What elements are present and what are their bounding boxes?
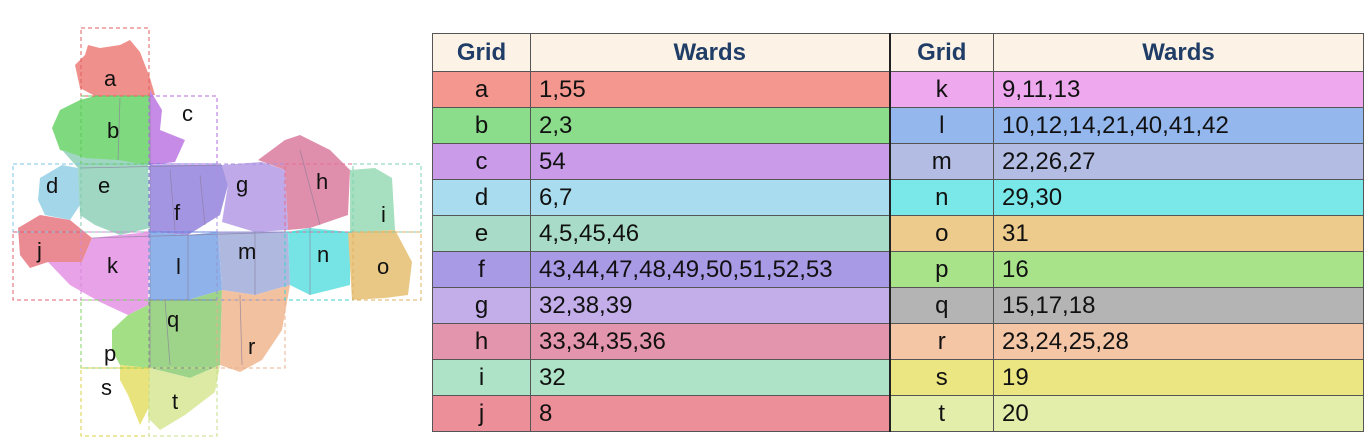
wards-cell: 8 — [530, 395, 890, 432]
grid-label-d: d — [46, 173, 58, 198]
table-row: c 54 m 22,26,27 — [432, 143, 1364, 180]
wards-cell: 20 — [993, 395, 1364, 432]
wards-cell: 1,55 — [530, 71, 890, 108]
grid-cell: g — [432, 287, 531, 324]
grid-cell: b — [432, 107, 531, 144]
grid-cell: m — [888, 143, 994, 180]
grid-wards-table: Grid Wards Grid Wards a 1,55 k 9,11,13 b 2,3 l… — [432, 33, 1364, 432]
table-row: j 8 t 20 — [432, 395, 1364, 432]
wards-cell: 32 — [530, 359, 890, 396]
wards-cell: 32,38,39 — [530, 287, 890, 324]
grid-label-o: o — [377, 254, 389, 279]
table-row: h 33,34,35,36 r 23,24,25,28 — [432, 323, 1364, 360]
region-p — [112, 305, 150, 368]
grid-cell: l — [888, 107, 994, 144]
map-svg: a b c d e f g h i j k l m n o p q r s t — [12, 27, 422, 437]
table-row: a 1,55 k 9,11,13 — [432, 71, 1364, 108]
wards-cell: 9,11,13 — [993, 71, 1364, 108]
wards-cell: 54 — [530, 143, 890, 180]
header-wards-right: Wards — [993, 33, 1364, 72]
grid-cell: e — [432, 215, 531, 252]
region-q — [148, 290, 222, 378]
region-g — [222, 162, 288, 232]
grid-label-n: n — [317, 242, 329, 267]
wards-cell: 6,7 — [530, 179, 890, 216]
grid-label-h: h — [316, 169, 328, 194]
grid-cell: t — [888, 395, 994, 432]
header-grid-left: Grid — [432, 33, 531, 72]
grid-cell: n — [888, 179, 994, 216]
table-row: e 4,5,45,46 o 31 — [432, 215, 1364, 252]
grid-label-k: k — [107, 253, 119, 278]
wards-cell: 19 — [993, 359, 1364, 396]
wards-cell: 31 — [993, 215, 1364, 252]
wards-cell: 15,17,18 — [993, 287, 1364, 324]
header-wards-left: Wards — [530, 33, 890, 72]
region-i — [350, 168, 395, 232]
wards-cell: 10,12,14,21,40,41,42 — [993, 107, 1364, 144]
wards-cell: 4,5,45,46 — [530, 215, 890, 252]
table-row: g 32,38,39 q 15,17,18 — [432, 287, 1364, 324]
grid-cell: j — [432, 395, 531, 432]
grid-label-j: j — [36, 238, 42, 263]
grid-cell: s — [888, 359, 994, 396]
table-body: a 1,55 k 9,11,13 b 2,3 l 10,12,14,21,40,41,42 c 5… — [432, 71, 1364, 432]
grid-cell: q — [888, 287, 994, 324]
ward-grid-map: a b c d e f g h i j k l m n o p q r s t — [0, 0, 425, 445]
grid-label-r: r — [248, 334, 255, 359]
table-header-row: Grid Wards Grid Wards — [432, 33, 1364, 72]
grid-cell: f — [432, 251, 531, 288]
wards-cell: 43,44,47,48,49,50,51,52,53 — [530, 251, 890, 288]
grid-cell: a — [432, 71, 531, 108]
wards-cell: 2,3 — [530, 107, 890, 144]
region-l — [150, 232, 222, 300]
grid-cell: h — [432, 323, 531, 360]
grid-cell: r — [888, 323, 994, 360]
region-f — [150, 165, 228, 235]
grid-label-b: b — [107, 118, 119, 143]
grid-cell: d — [432, 179, 531, 216]
wards-cell: 23,24,25,28 — [993, 323, 1364, 360]
header-grid-right: Grid — [888, 33, 994, 72]
wards-cell: 29,30 — [993, 179, 1364, 216]
table-row: b 2,3 l 10,12,14,21,40,41,42 — [432, 107, 1364, 144]
grid-label-g: g — [236, 172, 248, 197]
region-b — [52, 96, 150, 168]
table-row: d 6,7 n 29,30 — [432, 179, 1364, 216]
grid-label-i: i — [381, 202, 386, 227]
grid-cell: k — [888, 71, 994, 108]
table-row: f 43,44,47,48,49,50,51,52,53 p 16 — [432, 251, 1364, 288]
grid-label-p: p — [104, 341, 116, 366]
region-c — [150, 90, 185, 165]
wards-cell: 16 — [993, 251, 1364, 288]
region-s — [120, 365, 150, 425]
wards-cell: 33,34,35,36 — [530, 323, 890, 360]
grid-cell: o — [888, 215, 994, 252]
wards-cell: 22,26,27 — [993, 143, 1364, 180]
grid-label-f: f — [174, 200, 181, 225]
grid-label-q: q — [167, 307, 179, 332]
grid-cell: p — [888, 251, 994, 288]
grid-label-e: e — [98, 173, 110, 198]
grid-label-s: s — [101, 375, 112, 400]
grid-label-m: m — [238, 239, 256, 264]
grid-label-l: l — [176, 254, 181, 279]
grid-label-c: c — [182, 101, 193, 126]
grid-cell: c — [432, 143, 531, 180]
grid-cell: i — [432, 359, 531, 396]
grid-label-a: a — [104, 66, 117, 91]
table-row: i 32 s 19 — [432, 359, 1364, 396]
grid-label-t: t — [172, 389, 178, 414]
region-d — [38, 165, 80, 220]
